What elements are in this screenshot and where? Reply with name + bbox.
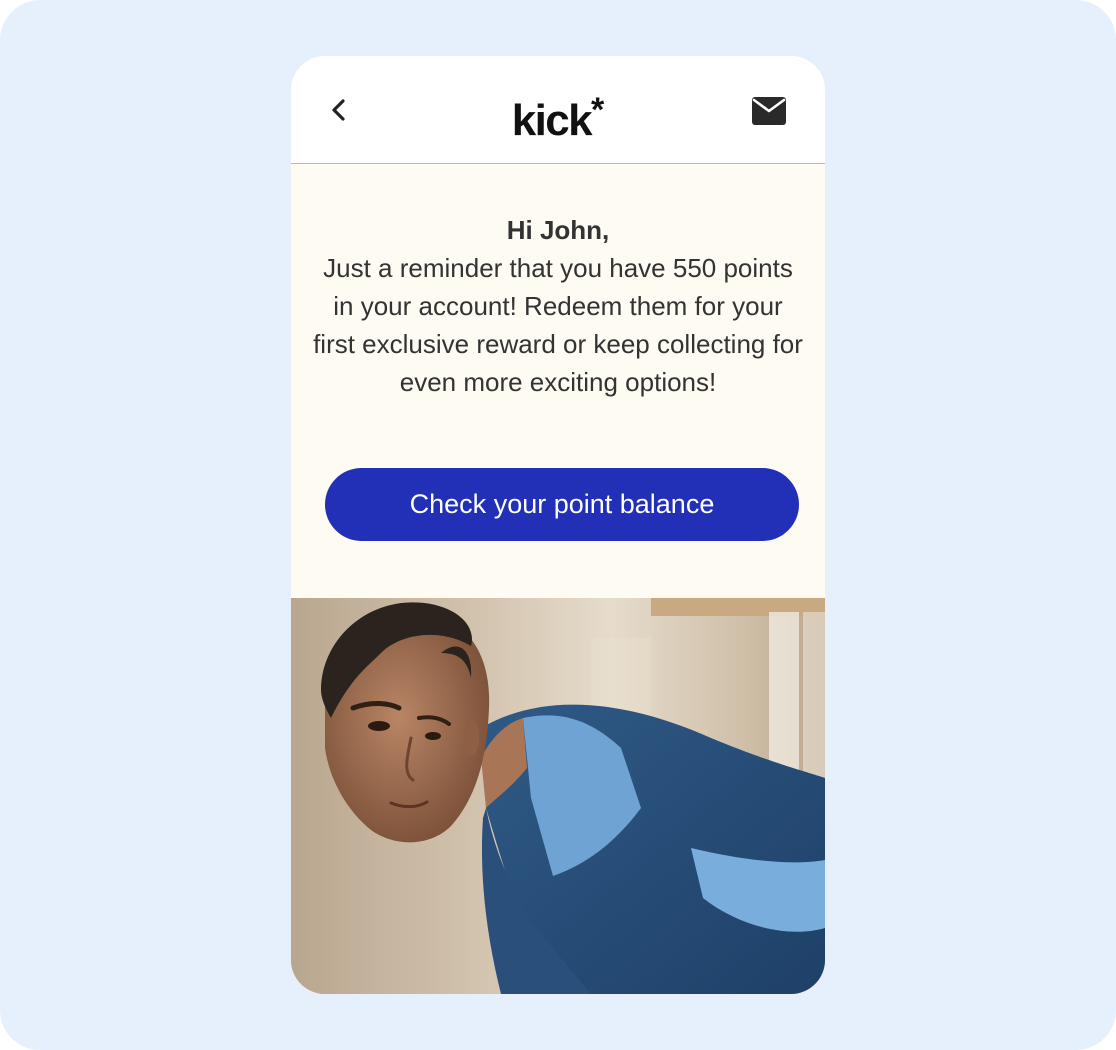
brand-logo: kick* [291, 82, 825, 149]
envelope-icon [752, 97, 786, 125]
email-card: kick* Hi John, Just a reminder that you … [291, 56, 825, 994]
reminder-body: Just a reminder that you have 550 points… [313, 253, 803, 397]
check-point-balance-button[interactable]: Check your point balance [325, 468, 799, 541]
reminder-message: Hi John, Just a reminder that you have 5… [311, 211, 805, 401]
athlete-photo-illustration [291, 598, 825, 994]
hero-photo [291, 598, 825, 994]
mail-button[interactable] [751, 96, 787, 126]
logo-mark: * [591, 91, 605, 129]
app-header: kick* [291, 56, 825, 164]
greeting-text: Hi John, [506, 215, 610, 245]
logo-text: kick [511, 96, 593, 145]
